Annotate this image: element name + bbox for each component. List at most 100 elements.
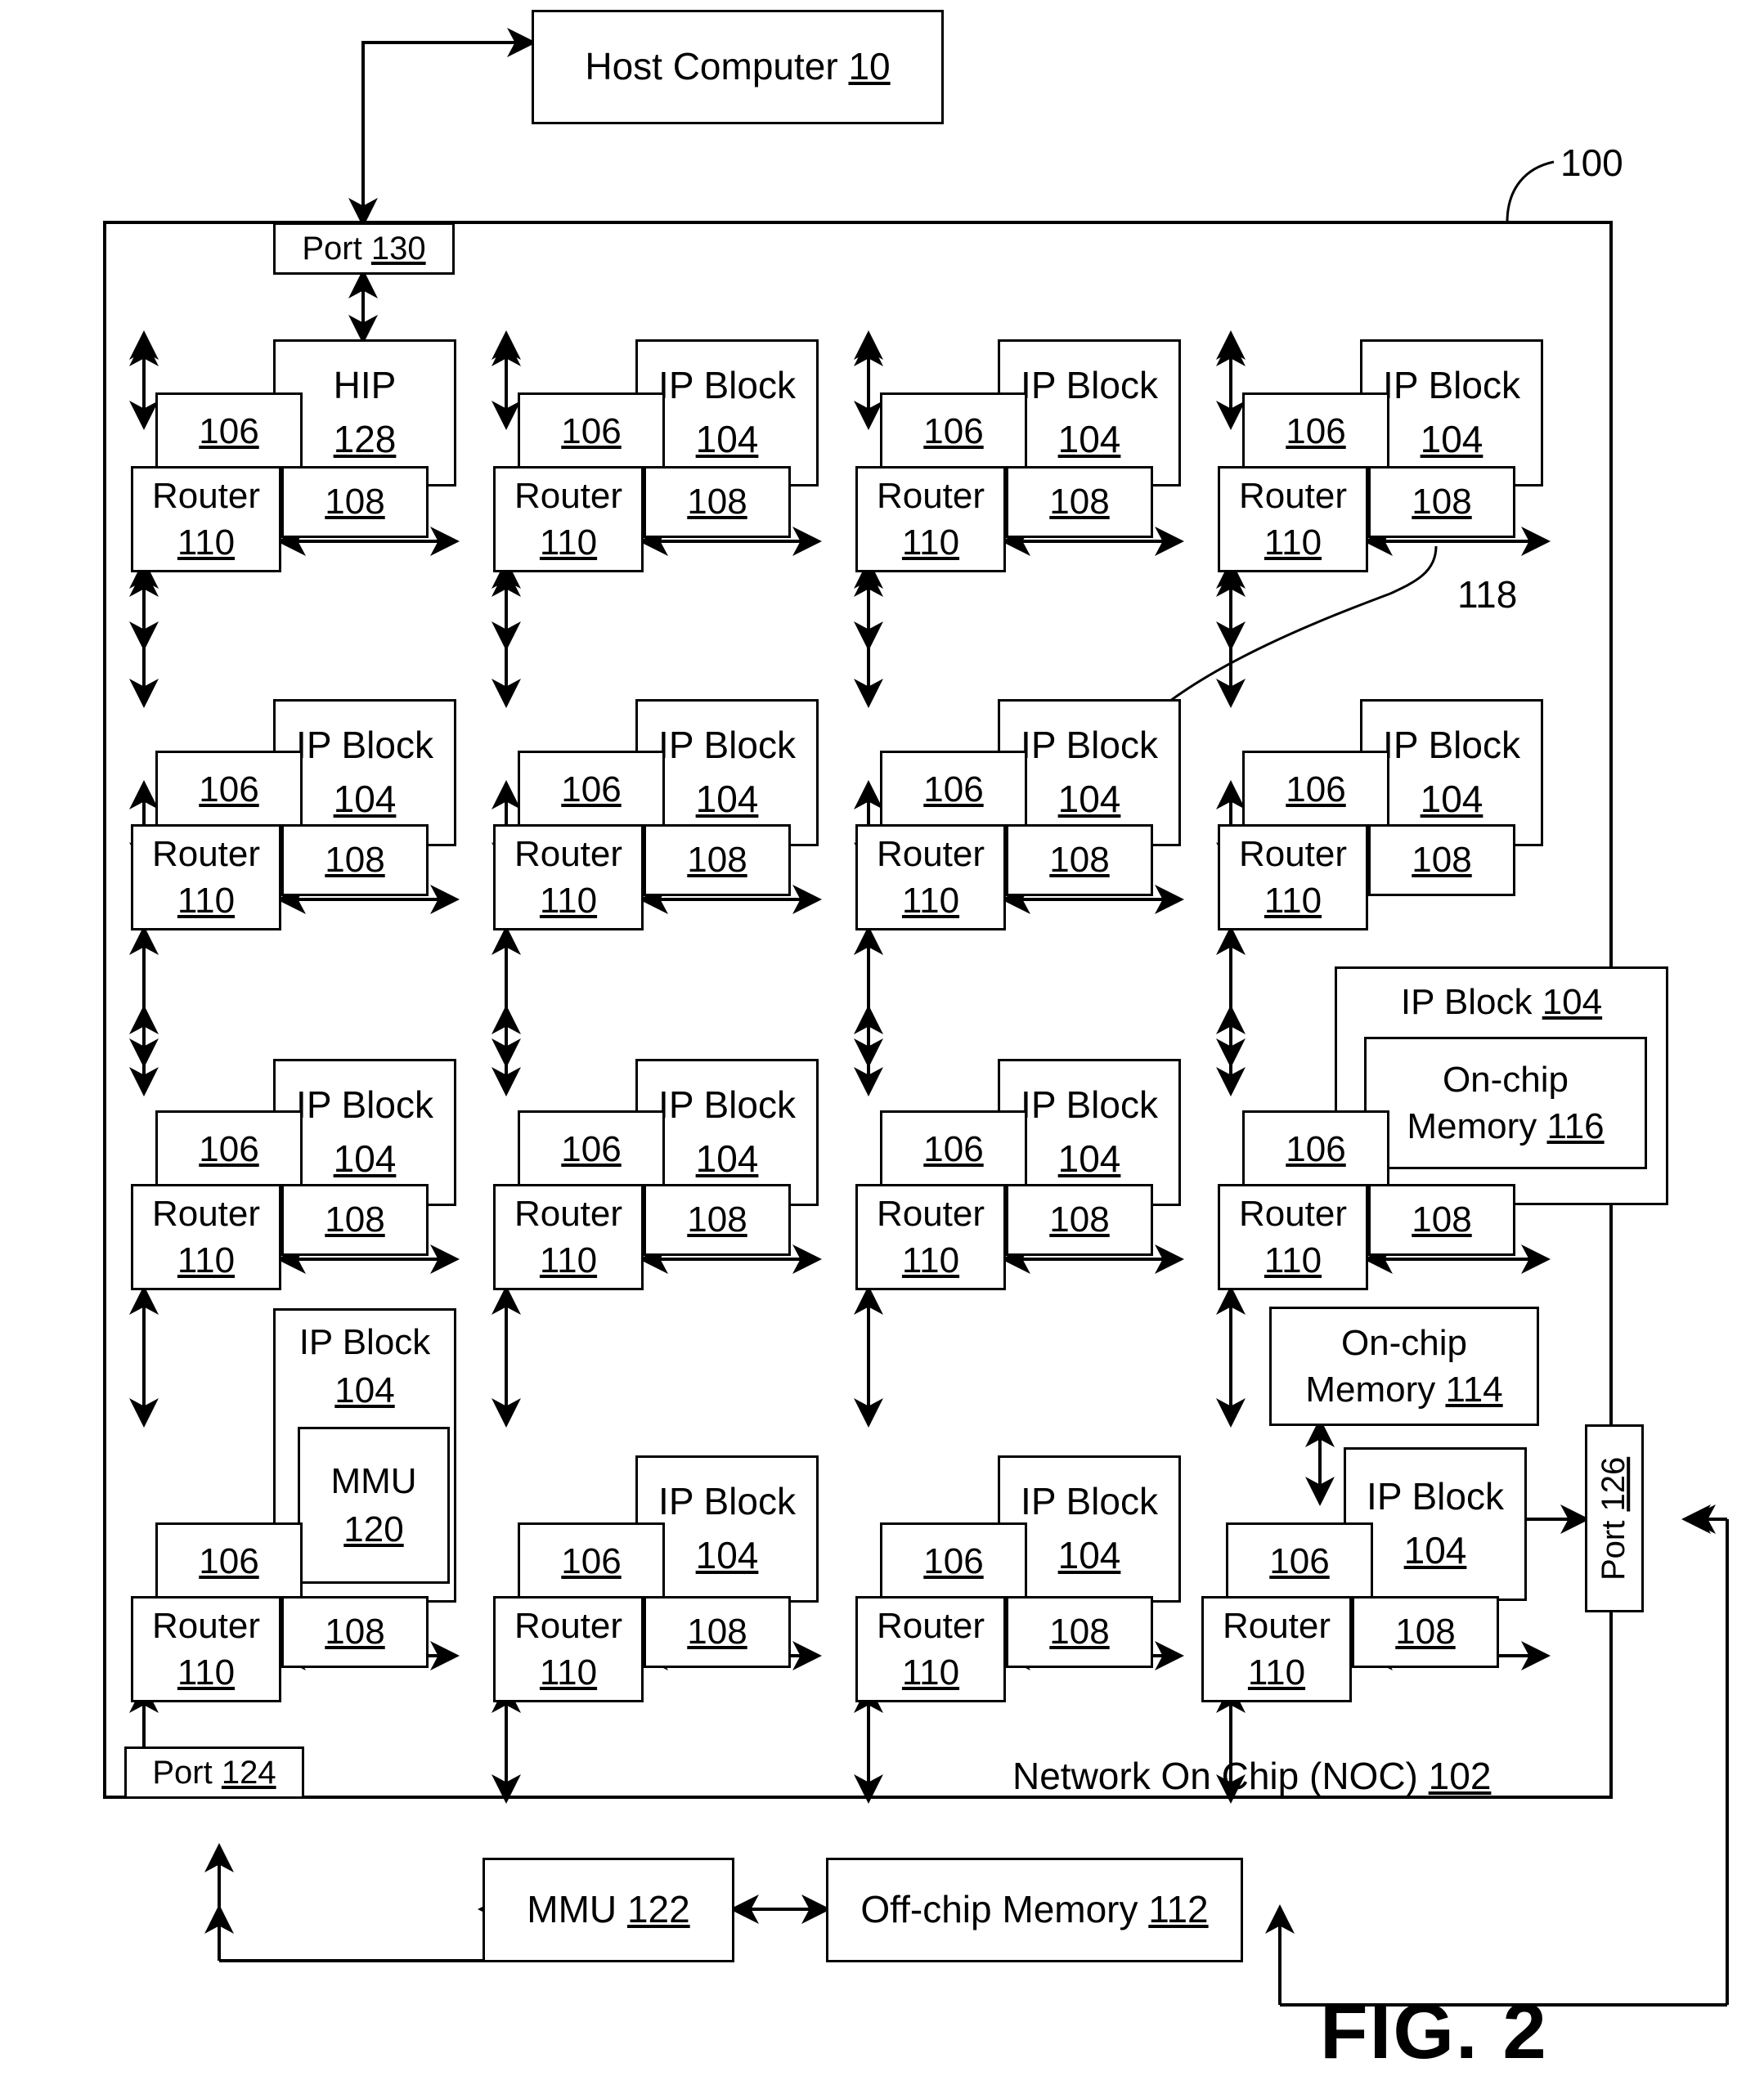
mcc-106-box-r2c1: 106 bbox=[155, 751, 303, 828]
router-110-box-r2c4: Router 110 bbox=[1218, 824, 1368, 930]
router-ref: 110 bbox=[1264, 881, 1322, 921]
ip-block-label: IP Block bbox=[1021, 1480, 1158, 1523]
ip-block-label: IP Block bbox=[1383, 724, 1520, 767]
hip-ref: 128 bbox=[333, 418, 397, 460]
router-110-box-r3c3: Router 110 bbox=[855, 1184, 1006, 1290]
port-130-ref: 130 bbox=[370, 230, 426, 267]
mcc-106-box-r3c2: 106 bbox=[518, 1110, 665, 1188]
mcc-106-ref: 106 bbox=[923, 769, 984, 809]
mcc-106-box-r3c1: 106 bbox=[155, 1110, 303, 1188]
nic-108-box-r2c2: 108 bbox=[644, 824, 791, 896]
ip-block-label: IP Block bbox=[1021, 724, 1158, 767]
nic-108-ref: 108 bbox=[1395, 1612, 1456, 1652]
off-chip-memory-112-label: Off-chip Memory 112 bbox=[860, 1888, 1209, 1931]
nic-108-box-r4c2: 108 bbox=[644, 1596, 791, 1668]
mcc-106-ref: 106 bbox=[923, 410, 984, 451]
ip-block-ref: 104 bbox=[1403, 1529, 1467, 1572]
mcc-106-box-r1c2: 106 bbox=[518, 392, 665, 470]
ip-block-ref: 104 bbox=[1057, 418, 1121, 460]
router-ref: 110 bbox=[901, 1652, 960, 1693]
ip-block-ref: 104 bbox=[695, 1534, 759, 1576]
router-110-box-r3c4: Router 110 bbox=[1218, 1184, 1368, 1290]
router-label: Router bbox=[876, 1193, 985, 1234]
nic-108-ref: 108 bbox=[1412, 482, 1472, 522]
nic-108-box-r2c3: 108 bbox=[1006, 824, 1153, 896]
noc-ref: 102 bbox=[1428, 1755, 1492, 1797]
ip-block-label: IP Block bbox=[1021, 1083, 1158, 1127]
router-ref: 110 bbox=[901, 1240, 960, 1280]
router-110-box-r1c3: Router 110 bbox=[855, 466, 1006, 572]
router-label: Router bbox=[514, 1193, 623, 1234]
ip-block-label: IP Block bbox=[658, 1083, 796, 1127]
router-110-box-r4c1: Router 110 bbox=[131, 1596, 281, 1702]
on-chip-memory-116-box: On-chip Memory 116 bbox=[1364, 1037, 1647, 1169]
ip-block-ref: 104 bbox=[1057, 1137, 1121, 1180]
mcc-106-ref: 106 bbox=[923, 1128, 984, 1169]
port-126-box: Port 126 bbox=[1585, 1424, 1644, 1612]
router-ref: 110 bbox=[177, 1240, 236, 1280]
nic-108-ref: 108 bbox=[325, 840, 385, 881]
mcc-106-ref: 106 bbox=[199, 1540, 259, 1581]
on-chip-memory-114-line1: On-chip bbox=[1340, 1322, 1468, 1363]
mcc-106-ref: 106 bbox=[561, 410, 622, 451]
nic-108-box-r1c2: 108 bbox=[644, 466, 791, 538]
mcc-106-ref: 106 bbox=[199, 1128, 259, 1169]
router-label: Router bbox=[876, 475, 985, 516]
ip-block-ref: 104 bbox=[333, 778, 397, 820]
mcc-106-box-r2c3: 106 bbox=[880, 751, 1027, 828]
host-computer-ref: 10 bbox=[848, 45, 891, 88]
nic-108-ref: 108 bbox=[325, 1199, 385, 1240]
on-chip-memory-116-line1: On-chip bbox=[1442, 1059, 1569, 1100]
nic-108-ref: 108 bbox=[1049, 1199, 1110, 1240]
nic-108-ref: 108 bbox=[687, 482, 747, 522]
mcc-106-ref: 106 bbox=[1286, 410, 1346, 451]
mcc-106-box-r4c2: 106 bbox=[518, 1522, 665, 1600]
mcc-106-ref: 106 bbox=[923, 1540, 984, 1581]
router-ref: 110 bbox=[177, 1652, 236, 1693]
noc-title-label: Network On Chip (NOC) 102 bbox=[1012, 1755, 1492, 1797]
router-110-box-r4c3: Router 110 bbox=[855, 1596, 1006, 1702]
router-110-box-r3c2: Router 110 bbox=[493, 1184, 644, 1290]
ip-block-ref: 104 bbox=[1420, 778, 1483, 820]
port-126-label: Port 126 bbox=[1596, 1456, 1632, 1581]
nic-108-ref: 108 bbox=[1412, 840, 1472, 881]
router-ref: 110 bbox=[901, 522, 960, 563]
router-110-box-r2c3: Router 110 bbox=[855, 824, 1006, 930]
mcc-106-box-r2c4: 106 bbox=[1242, 751, 1389, 828]
nic-108-ref: 108 bbox=[1049, 1612, 1110, 1652]
ip-block-ref: 104 bbox=[334, 1370, 395, 1411]
port-124-label: Port 124 bbox=[152, 1754, 276, 1791]
router-label: Router bbox=[514, 1605, 623, 1646]
patent-figure-2: Host Computer 10 100 Port 130 HIP 128 10… bbox=[0, 0, 1764, 2094]
mcc-106-ref: 106 bbox=[561, 1128, 622, 1169]
mcc-106-ref: 106 bbox=[561, 1540, 622, 1581]
nic-108-box-r4c1: 108 bbox=[281, 1596, 429, 1668]
ip-block-104-with-memory-label: IP Block 104 bbox=[1400, 982, 1603, 1022]
ip-block-label: IP Block bbox=[658, 1480, 796, 1523]
router-ref: 110 bbox=[539, 881, 598, 921]
ip-block-ref: 104 bbox=[333, 1137, 397, 1180]
ip-block-label: IP Block bbox=[1367, 1475, 1504, 1518]
on-chip-memory-114-ref: 114 bbox=[1445, 1370, 1503, 1410]
hip-label: HIP bbox=[333, 364, 397, 407]
nic-108-box-r4c4: 108 bbox=[1352, 1596, 1499, 1668]
router-label: Router bbox=[1238, 833, 1348, 874]
nic-108-box-r4c3: 108 bbox=[1006, 1596, 1153, 1668]
router-110-box-r2c2: Router 110 bbox=[493, 824, 644, 930]
mcc-106-box-r1c1: 106 bbox=[155, 392, 303, 470]
nic-108-ref: 108 bbox=[1049, 840, 1110, 881]
router-label: Router bbox=[514, 833, 623, 874]
ip-block-ref: 104 bbox=[695, 778, 759, 820]
nic-108-ref: 108 bbox=[687, 840, 747, 881]
router-ref: 110 bbox=[1247, 1652, 1306, 1693]
mmu-120-box: MMU 120 bbox=[298, 1427, 450, 1584]
mcc-106-ref: 106 bbox=[1269, 1540, 1330, 1581]
mcc-106-ref: 106 bbox=[1286, 1128, 1346, 1169]
mcc-106-box-r3c3: 106 bbox=[880, 1110, 1027, 1188]
router-label: Router bbox=[514, 475, 623, 516]
nic-108-ref: 108 bbox=[325, 1612, 385, 1652]
nic-108-box-r2c4: 108 bbox=[1368, 824, 1515, 896]
nic-108-ref: 108 bbox=[1412, 1199, 1472, 1240]
link-ref-118: 118 bbox=[1457, 573, 1518, 616]
nic-108-ref: 108 bbox=[325, 482, 385, 522]
